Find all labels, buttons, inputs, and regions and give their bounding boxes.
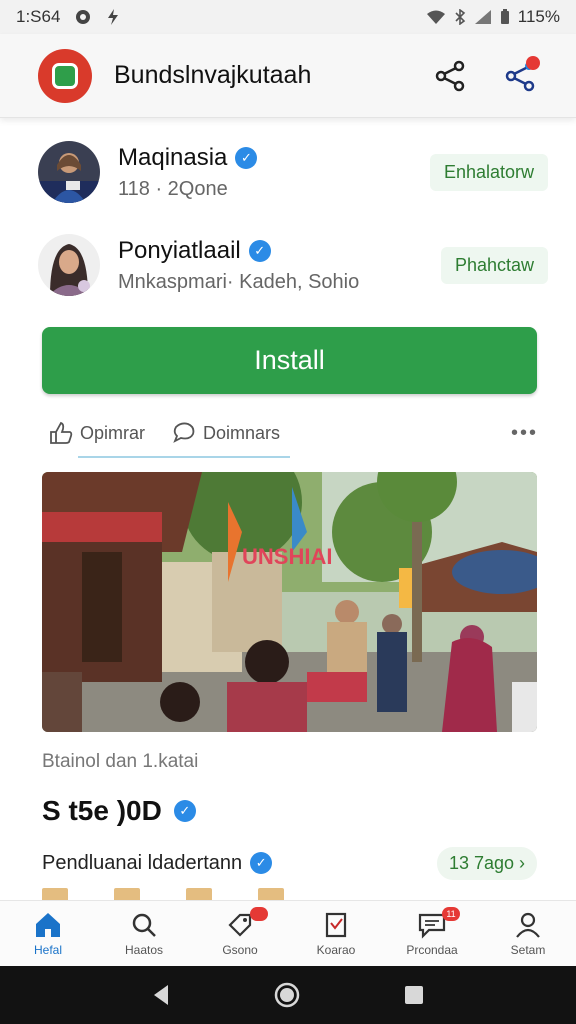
account-action-chip[interactable]: Phahctaw — [440, 246, 548, 284]
peek-item — [258, 888, 284, 900]
bluetooth-icon — [454, 9, 466, 25]
comment-icon — [173, 422, 195, 443]
recents-icon[interactable] — [402, 983, 426, 1007]
media-sign-text: UNSHIAI — [242, 544, 332, 569]
account-action-chip[interactable]: Enhalatorw — [429, 153, 548, 191]
nav-badge — [250, 907, 268, 921]
back-icon[interactable] — [150, 983, 172, 1007]
nav-profile[interactable]: Setam — [480, 901, 576, 966]
nav-label: Gsono — [222, 942, 258, 957]
wifi-icon — [426, 9, 446, 25]
share-icon — [435, 60, 465, 91]
content-peek — [42, 888, 537, 900]
tab-indicator — [78, 456, 290, 458]
nav-label: Hefal — [33, 942, 62, 957]
notification-icon — [74, 8, 92, 26]
account-subtitle: Mnkaspmari· Kadeh, Sohio — [118, 270, 360, 293]
account-row[interactable]: Maqinasia ✓ 118 · 2Qone Enhalatorw — [38, 137, 548, 207]
nav-label: Koarao — [316, 942, 356, 957]
media-caption: Btainol dan 1.katai — [42, 751, 199, 772]
nav-documents[interactable]: Koarao — [288, 901, 384, 966]
person-icon — [516, 912, 540, 938]
bottom-nav: Hefal Haatos Gsono Koarao 11 Prcondaa Se… — [0, 900, 576, 966]
signal-icon — [474, 9, 492, 25]
account-subtitle: 118 · 2Qone — [118, 177, 228, 200]
developer-row[interactable]: Pendluanai ldadertann ✓ 13 7ago › — [42, 845, 537, 881]
nav-label: Setam — [510, 942, 546, 957]
system-nav-bar — [0, 966, 576, 1024]
verified-icon: ✓ — [173, 800, 196, 822]
tab-opimrar[interactable]: Opimrar — [48, 408, 145, 458]
avatar — [38, 234, 100, 296]
share-alt-button[interactable] — [502, 55, 540, 94]
peek-item — [114, 888, 140, 900]
nav-label: Haatos — [124, 942, 164, 957]
nav-search[interactable]: Haatos — [96, 901, 192, 966]
document-icon — [325, 912, 347, 937]
verified-icon: ✓ — [248, 239, 271, 262]
bolt-icon — [106, 8, 120, 26]
share-button[interactable] — [432, 58, 468, 94]
tab-doimnars[interactable]: Doimnars — [171, 408, 280, 458]
nav-label: Prcondaa — [406, 942, 458, 957]
app-logo-glyph-icon — [52, 62, 78, 89]
app-title: Bundslnvajkutaah — [114, 61, 312, 89]
tab-label: Opimrar — [80, 422, 146, 443]
status-bar: 1:S64 115% — [0, 0, 576, 34]
verified-icon: ✓ — [235, 146, 258, 169]
nav-home[interactable]: Hefal — [0, 901, 96, 966]
price-text: S t5e )0D — [42, 795, 162, 826]
verified-icon: ✓ — [250, 852, 273, 874]
account-name: Maqinasia — [118, 143, 228, 171]
app-bar: Bundslnvajkutaah — [0, 34, 576, 118]
search-icon — [132, 913, 156, 937]
price-row: S t5e )0D ✓ — [42, 795, 196, 827]
tab-label: Doimnars — [203, 422, 281, 443]
media-image[interactable]: UNSHIAI — [42, 472, 537, 732]
home-button-icon[interactable] — [273, 981, 301, 1009]
like-icon — [50, 421, 73, 444]
nav-badge: 11 — [442, 907, 460, 921]
tab-bar: Opimrar Doimnars ••• — [48, 408, 538, 458]
developer-chip[interactable]: 13 7ago › — [436, 846, 537, 880]
peek-item — [42, 888, 68, 900]
home-icon — [36, 912, 60, 937]
nav-tags[interactable]: Gsono — [192, 901, 288, 966]
app-logo — [38, 48, 92, 103]
avatar — [38, 141, 100, 203]
account-name: Ponyiatlaail — [118, 236, 241, 264]
battery-icon — [500, 9, 510, 25]
status-time: 1:S64 — [16, 7, 61, 26]
more-options-icon[interactable]: ••• — [511, 422, 538, 445]
peek-item — [186, 888, 212, 900]
install-button[interactable]: Install — [42, 327, 537, 394]
battery-level: 115% — [517, 7, 560, 26]
notification-badge — [526, 55, 540, 70]
account-row[interactable]: Ponyiatlaail ✓ Mnkaspmari· Kadeh, Sohio … — [38, 230, 548, 300]
nav-chat[interactable]: 11 Prcondaa — [384, 901, 480, 966]
developer-name: Pendluanai ldadertann — [42, 851, 243, 874]
